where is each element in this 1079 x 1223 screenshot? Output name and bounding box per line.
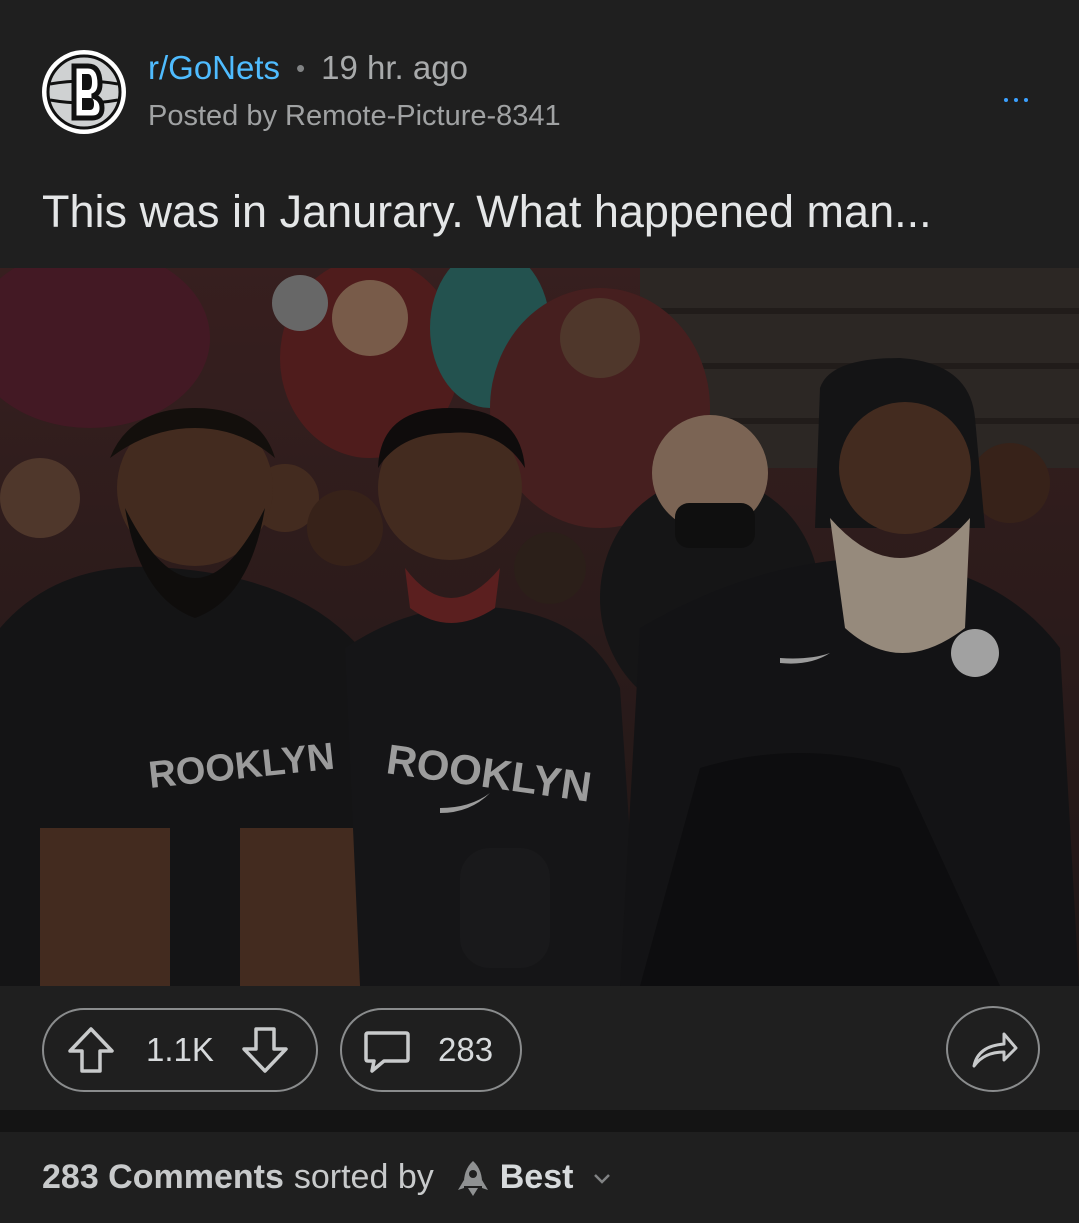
post-meta: r/GoNets • 19 hr. ago <box>148 48 468 88</box>
chevron-down-icon <box>594 1173 611 1184</box>
vote-control: 1.1K <box>42 1008 318 1092</box>
more-options-button[interactable] <box>990 82 1042 118</box>
post-author[interactable]: Posted by Remote-Picture-8341 <box>148 100 561 133</box>
post-title[interactable]: This was in Janurary. What happened man.… <box>42 186 1042 238</box>
post-time: 19 hr. ago <box>321 49 468 86</box>
post-card: r/GoNets • 19 hr. ago Posted by Remote-P… <box>0 0 1079 1110</box>
rocket-icon <box>457 1160 488 1196</box>
share-button[interactable] <box>946 1006 1040 1092</box>
downvote-button[interactable] <box>240 1025 290 1075</box>
post-actions: 1.1K 283 <box>0 986 1079 1110</box>
comments-button[interactable]: 283 <box>340 1008 522 1092</box>
subreddit-link[interactable]: r/GoNets <box>148 49 280 87</box>
comment-bubble-icon <box>362 1025 412 1075</box>
sorted-by-label: sorted by <box>293 1158 434 1196</box>
upvote-arrow-icon <box>68 1027 114 1073</box>
post-header: r/GoNets • 19 hr. ago Posted by Remote-P… <box>0 0 1079 160</box>
section-divider <box>0 1110 1079 1132</box>
players-photo: ROOKLYN ROOKLYN <box>0 268 1079 986</box>
post-image[interactable]: ROOKLYN ROOKLYN <box>0 268 1079 986</box>
comment-count: 283 <box>438 1031 494 1068</box>
downvote-arrow-icon <box>242 1027 288 1073</box>
share-arrow-icon <box>972 1032 1018 1068</box>
comments-sort-bar[interactable]: 283 Comments sorted by Best <box>0 1132 1079 1223</box>
meta-separator: • <box>296 52 306 83</box>
sort-value[interactable]: Best <box>500 1158 574 1197</box>
comments-count-label: 283 Comments <box>42 1158 284 1196</box>
vote-score: 1.1K <box>146 1031 214 1068</box>
more-dot <box>1014 98 1018 102</box>
upvote-button[interactable] <box>66 1025 116 1075</box>
more-dot <box>1024 98 1028 102</box>
more-dots-icon <box>1004 98 1008 102</box>
subreddit-avatar[interactable] <box>42 50 126 134</box>
nets-logo-icon <box>44 52 124 132</box>
